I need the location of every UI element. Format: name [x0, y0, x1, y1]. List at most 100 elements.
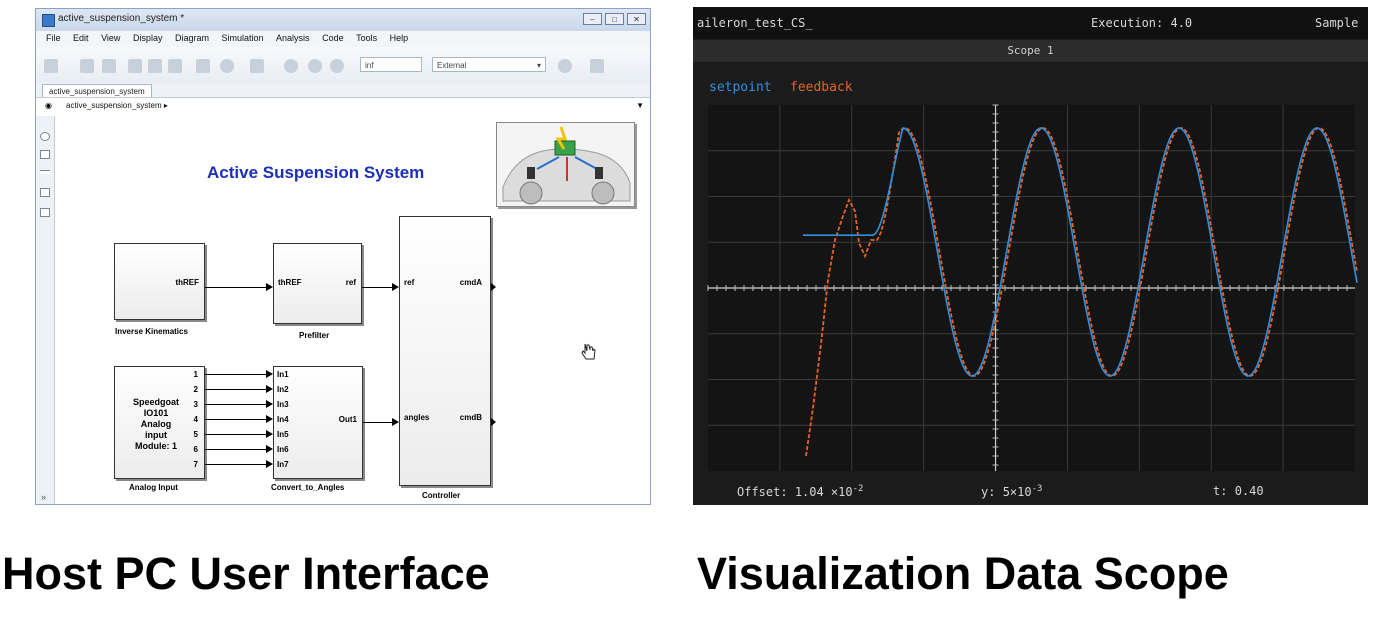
wire-in6 [205, 449, 267, 450]
model-settings-icon[interactable] [220, 59, 234, 73]
run-icon[interactable] [308, 59, 322, 73]
analog-input-caption: Analog Input [129, 483, 178, 492]
tab-active-suspension-system[interactable]: active_suspension_system [42, 84, 152, 98]
menu-diagram[interactable]: Diagram [175, 33, 209, 43]
legend-setpoint: setpoint [709, 80, 772, 95]
up-icon[interactable] [168, 59, 182, 73]
build-icon[interactable] [590, 59, 604, 73]
stop-time-input[interactable]: inf [360, 57, 422, 72]
menu-view[interactable]: View [101, 33, 120, 43]
visualization-scope-caption: Visualization Data Scope [697, 548, 1229, 599]
model-canvas[interactable]: Active Suspension System thREF Inverse K… [55, 116, 650, 504]
convert-in-4: In4 [277, 415, 289, 424]
minimize-button[interactable]: – [583, 13, 602, 25]
simulation-mode-select[interactable]: External ▾ [432, 57, 546, 72]
menu-simulation[interactable]: Simulation [222, 33, 264, 43]
arrow-tool-icon[interactable] [40, 170, 50, 174]
analog-input-block[interactable]: Speedgoat IO101 Analog input Module: 1 1… [114, 366, 205, 479]
toolbar: inf External ▾ [36, 47, 650, 84]
analog-input-line-4: Module: 1 [135, 441, 177, 451]
print-icon[interactable] [102, 59, 116, 73]
simulink-app-icon [42, 14, 55, 27]
analog-port-2: 2 [193, 385, 198, 394]
stop-icon[interactable] [330, 59, 344, 73]
prefilter-block[interactable]: thREF ref [273, 243, 362, 324]
library-browser-icon[interactable] [196, 59, 210, 73]
menu-bar: File Edit View Display Diagram Simulatio… [36, 31, 650, 47]
analog-port-4: 4 [193, 415, 198, 424]
diagnostics-icon[interactable] [558, 59, 572, 73]
forward-icon[interactable] [148, 59, 162, 73]
convert-in-2: In2 [277, 385, 289, 394]
legend-setpoint-label: setpoint [709, 80, 772, 95]
analog-port-6: 6 [193, 445, 198, 454]
wire-angles-arrow [392, 418, 399, 426]
back-icon[interactable] [128, 59, 142, 73]
convert-out-port: Out1 [338, 415, 357, 424]
wire-ref [362, 287, 393, 288]
inverse-kinematics-block[interactable]: thREF [114, 243, 205, 320]
menu-help[interactable]: Help [390, 33, 409, 43]
analog-input-line-2: IO101 [143, 408, 169, 418]
hide-browser-icon[interactable]: ◉ [45, 101, 52, 110]
convert-in-6: In6 [277, 445, 289, 454]
analog-input-text: Speedgoat IO101 Analog input Module: 1 [129, 397, 183, 452]
new-model-icon[interactable] [44, 59, 58, 73]
analog-input-line-1: Speedgoat [132, 397, 179, 407]
cmdB-out-arrow [491, 418, 496, 426]
annotation-icon[interactable] [40, 188, 50, 197]
offset-exponent: -2 [852, 484, 864, 494]
fit-view-icon[interactable] [40, 150, 50, 159]
close-button[interactable]: ✕ [627, 13, 646, 25]
offset-label: Offset: [737, 485, 788, 499]
image-icon[interactable] [40, 208, 50, 217]
offset-value: 1.04 ×10 [794, 485, 853, 499]
convert-in-3: In3 [277, 400, 289, 409]
analog-port-1: 1 [193, 370, 198, 379]
wire-in2 [205, 389, 267, 390]
chevron-down-icon: ▾ [536, 61, 541, 70]
model-title: Active Suspension System [207, 163, 425, 182]
menu-tools[interactable]: Tools [356, 33, 377, 43]
inverse-kinematics-caption: Inverse Kinematics [115, 327, 188, 336]
convert-to-angles-block[interactable]: In1 In2 In3 In4 In5 In6 In7 Out1 [273, 366, 363, 479]
y-scale-readout: y: 5×10-3 [981, 484, 1042, 499]
wire-in5-arrow [266, 430, 273, 438]
legend-feedback-label: feedback [790, 80, 853, 95]
maximize-button[interactable]: □ [605, 13, 624, 25]
legend-feedback: feedback [790, 80, 853, 95]
wire-in1-arrow [266, 370, 273, 378]
menu-analysis[interactable]: Analysis [276, 33, 310, 43]
menu-code[interactable]: Code [322, 33, 344, 43]
palette-side-panel: » [36, 116, 55, 504]
wire-in4 [205, 419, 267, 420]
wire-in1 [205, 374, 267, 375]
menu-file[interactable]: File [46, 33, 61, 43]
address-dropdown-icon[interactable]: ▼ [636, 101, 644, 110]
menu-edit[interactable]: Edit [73, 33, 89, 43]
model-tabstrip: active_suspension_system [36, 83, 650, 98]
menu-display[interactable]: Display [133, 33, 163, 43]
controller-block[interactable]: ref angles cmdA cmdB [399, 216, 491, 486]
zoom-icon[interactable] [40, 132, 50, 141]
model-explorer-icon[interactable] [250, 59, 264, 73]
connect-icon[interactable] [284, 59, 298, 73]
y-exponent: -3 [1031, 484, 1043, 494]
cmdA-out-arrow [491, 283, 496, 291]
wire-thref-arrow [266, 283, 273, 291]
y-value: 5×10 [1002, 485, 1032, 499]
wire-in6-arrow [266, 445, 273, 453]
wire-in4-arrow [266, 415, 273, 423]
analog-port-3: 3 [193, 400, 198, 409]
time-readout: t: 0.40 [1213, 484, 1264, 498]
convert-in-7: In7 [277, 460, 289, 469]
controller-out-cmdB: cmdB [459, 413, 482, 422]
analog-input-line-3: Analog input [140, 419, 172, 440]
wire-ref-arrow [392, 283, 399, 291]
controller-in-angles: angles [404, 413, 430, 422]
wire-in3 [205, 404, 267, 405]
convert-in-1: In1 [277, 370, 289, 379]
breadcrumb[interactable]: active_suspension_system ▸ [66, 101, 168, 110]
expand-panel-icon[interactable]: » [41, 492, 46, 502]
save-icon[interactable] [80, 59, 94, 73]
